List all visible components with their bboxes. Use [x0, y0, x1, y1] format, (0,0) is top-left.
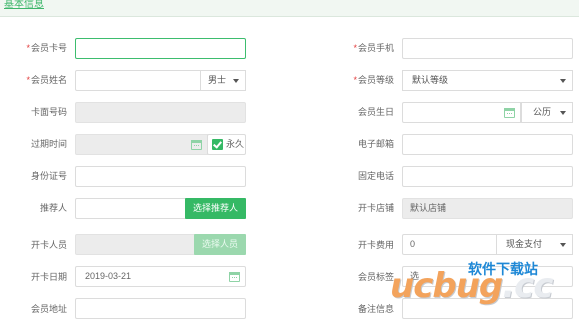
- calendar-type-select[interactable]: 公历: [521, 102, 573, 123]
- calendar-type-value: 公历: [533, 107, 552, 117]
- email-input[interactable]: [402, 134, 573, 155]
- email-label: 电子邮箱: [357, 139, 394, 149]
- select-staff-button[interactable]: 选择人员: [194, 234, 246, 255]
- forever-checkbox-group[interactable]: 永久: [207, 134, 246, 155]
- name-label: *会员姓名: [26, 75, 67, 85]
- card-no-input[interactable]: [75, 38, 246, 59]
- chevron-down-icon: [233, 79, 239, 83]
- name-input[interactable]: [75, 70, 201, 91]
- tags-label: 会员标签: [357, 272, 394, 282]
- open-store-label: 开卡店铺: [357, 203, 394, 213]
- phone-label: 固定电话: [357, 171, 394, 181]
- id-no-input[interactable]: [75, 166, 246, 187]
- watermark: 软件下载站 ucbug.cc: [388, 256, 579, 318]
- chevron-down-icon: [560, 243, 566, 247]
- level-value: 默认等级: [412, 75, 449, 85]
- birthday-input[interactable]: [402, 102, 521, 123]
- address-input[interactable]: [75, 298, 246, 319]
- level-select[interactable]: 默认等级: [402, 70, 573, 91]
- select-referrer-button[interactable]: 选择推荐人: [185, 198, 246, 219]
- calendar-icon[interactable]: [229, 272, 240, 282]
- forever-checkbox[interactable]: [212, 139, 223, 150]
- open-store-input: 默认店铺: [402, 198, 573, 219]
- gender-value: 男士: [208, 75, 227, 85]
- id-no-label: 身份证号: [30, 171, 67, 181]
- mobile-input[interactable]: [402, 38, 573, 59]
- chevron-down-icon: [560, 111, 566, 115]
- section-title: 基本信息: [4, 0, 44, 10]
- referrer-label: 推荐人: [39, 203, 67, 213]
- gender-select[interactable]: 男士: [200, 70, 246, 91]
- referrer-input[interactable]: [75, 198, 186, 219]
- open-date-label: 开卡日期: [30, 272, 67, 282]
- phone-input[interactable]: [402, 166, 573, 187]
- calendar-icon[interactable]: [504, 108, 515, 118]
- calendar-icon[interactable]: [191, 140, 202, 150]
- card-no-label: *会员卡号: [26, 43, 67, 53]
- open-date-value: 2019-03-21: [85, 271, 132, 281]
- open-fee-label: 开卡费用: [357, 240, 394, 250]
- remark-label: 备注信息: [357, 304, 394, 314]
- card-face-no-input: [75, 102, 246, 123]
- expiry-input[interactable]: [75, 134, 208, 155]
- chevron-down-icon: [560, 79, 566, 83]
- open-date-input[interactable]: 2019-03-21: [75, 266, 246, 287]
- level-label: *会员等级: [353, 75, 394, 85]
- watermark-logo: ucbug.cc: [390, 266, 553, 306]
- payment-select[interactable]: 现金支付: [496, 234, 573, 255]
- open-staff-input: [75, 234, 195, 255]
- open-fee-input[interactable]: 0: [402, 234, 497, 255]
- section-header: 基本信息: [0, 0, 579, 17]
- address-label: 会员地址: [30, 304, 67, 314]
- card-face-no-label: 卡面号码: [30, 107, 67, 117]
- open-staff-label: 开卡人员: [30, 240, 67, 250]
- birthday-label: 会员生日: [357, 107, 394, 117]
- forever-label: 永久: [226, 139, 245, 149]
- payment-value: 现金支付: [506, 239, 543, 249]
- expiry-label: 过期时间: [30, 139, 67, 149]
- mobile-label: *会员手机: [353, 43, 394, 53]
